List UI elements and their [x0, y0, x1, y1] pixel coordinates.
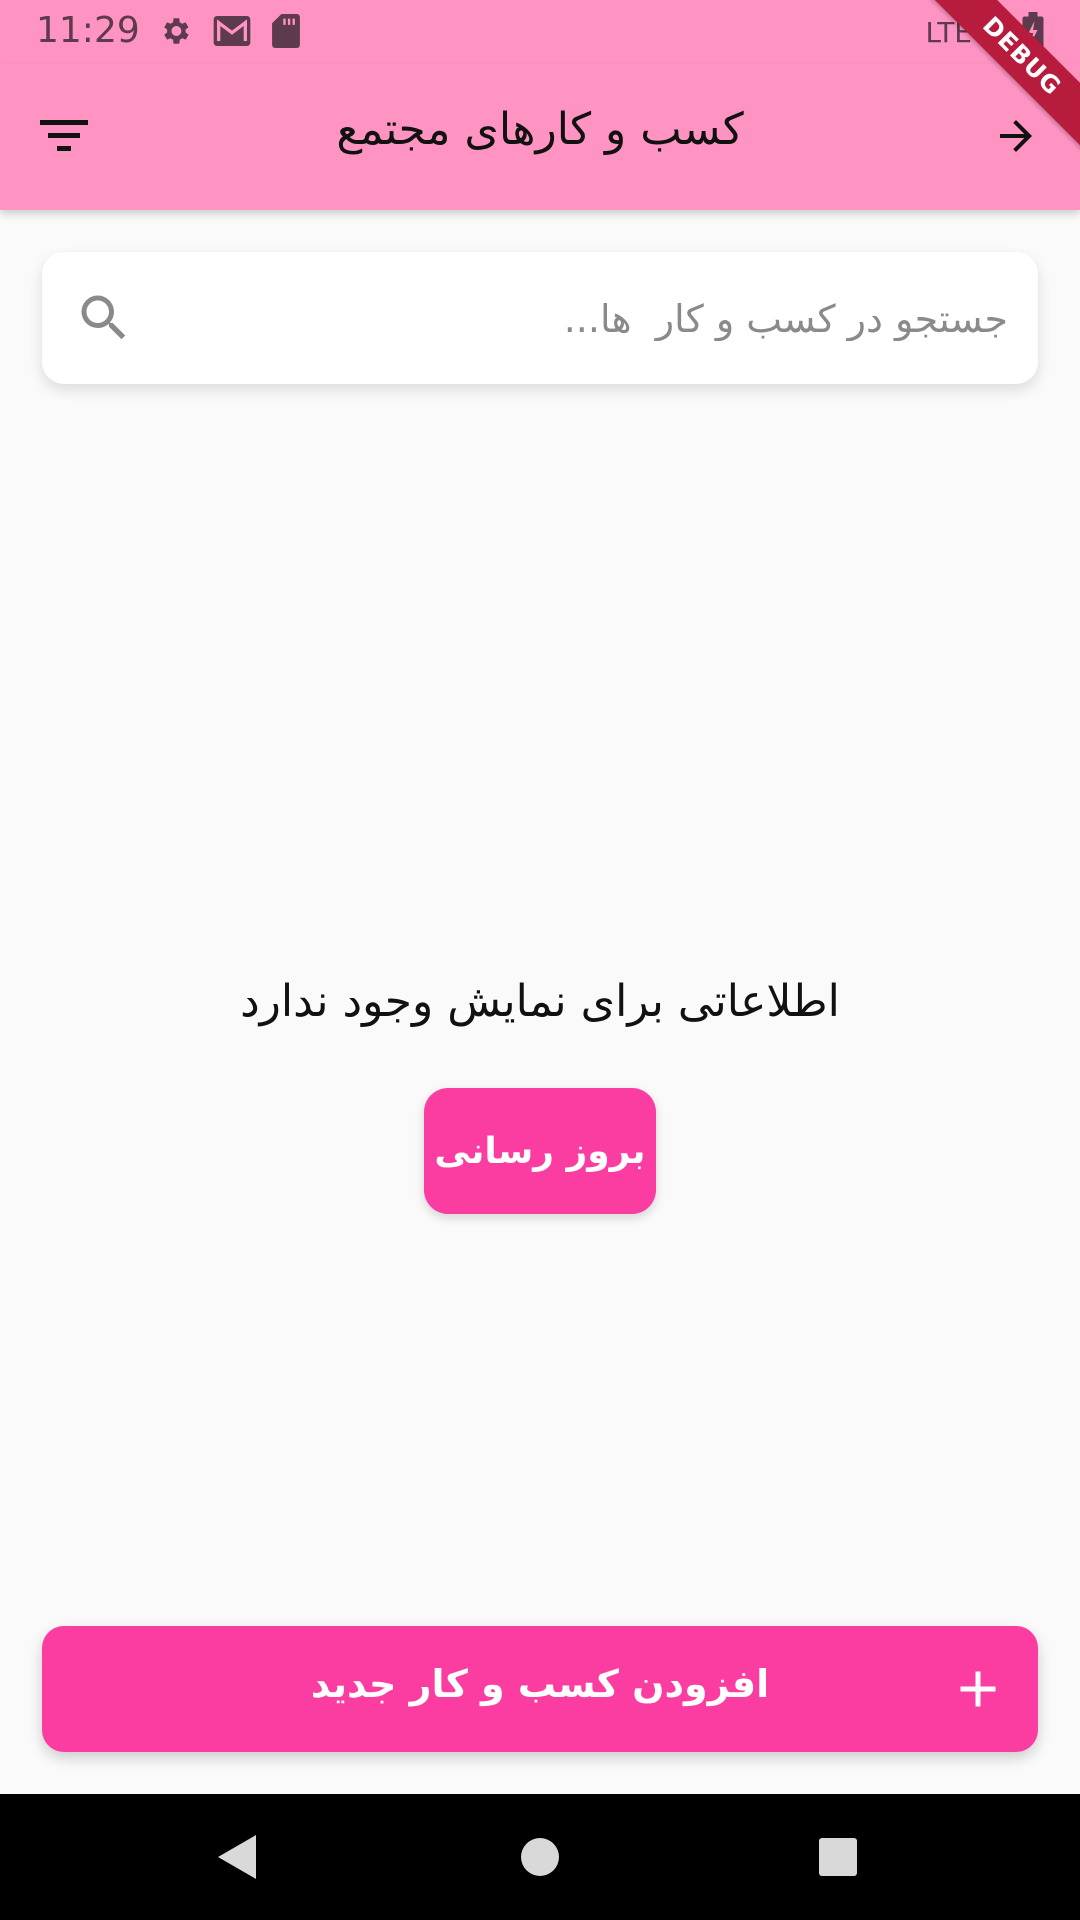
- plus-icon: [960, 1671, 996, 1707]
- page-title: کسب و کارهای مجتمع: [336, 104, 744, 155]
- status-bar: 11:29 LTE: [0, 0, 1080, 64]
- back-triangle-icon: [218, 1835, 256, 1879]
- search-bar: [42, 252, 1038, 386]
- nav-recents-button[interactable]: [803, 1822, 873, 1892]
- debug-banner-label: DEBUG: [921, 0, 1080, 157]
- search-input[interactable]: [192, 252, 1010, 386]
- system-nav-bar: [0, 1794, 1080, 1920]
- app-bar: کسب و کارهای مجتمع: [0, 64, 1080, 210]
- sd-card-icon: [272, 14, 300, 52]
- add-business-label: افزودن کسب و کار جدید: [310, 1662, 770, 1706]
- nav-back-button[interactable]: [202, 1822, 272, 1892]
- gmail-icon: [212, 14, 252, 52]
- recents-square-icon: [819, 1838, 857, 1876]
- debug-banner: DEBUG: [920, 0, 1080, 160]
- status-time: 11:29: [36, 10, 140, 51]
- nav-home-button[interactable]: [505, 1822, 575, 1892]
- home-circle-icon: [521, 1838, 559, 1876]
- add-business-button[interactable]: افزودن کسب و کار جدید: [42, 1626, 1038, 1752]
- settings-icon: [158, 14, 192, 52]
- status-icons-left: [158, 14, 300, 52]
- empty-state-message: اطلاعاتی برای نمایش وجود ندارد: [240, 976, 840, 1027]
- refresh-button[interactable]: بروز رسانی: [424, 1088, 656, 1214]
- search-icon[interactable]: [74, 288, 134, 348]
